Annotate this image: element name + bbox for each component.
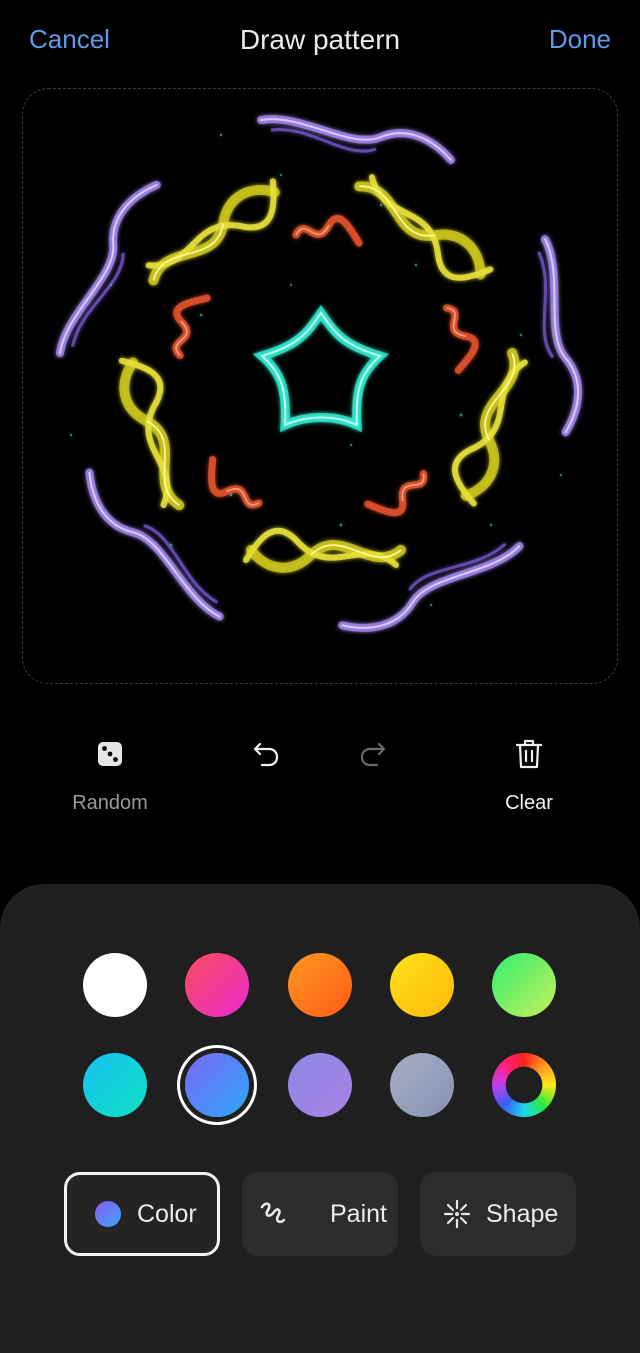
- undo-button[interactable]: [206, 730, 326, 830]
- clear-label: Clear: [505, 792, 553, 814]
- undo-icon: [253, 742, 279, 767]
- bottom-panel: Color Paint Shape: [0, 884, 640, 1353]
- mode-shape-button[interactable]: Shape: [420, 1172, 576, 1256]
- trash-icon: [515, 739, 543, 769]
- random-button[interactable]: Random: [50, 730, 170, 830]
- mode-shape-label: Shape: [486, 1199, 559, 1228]
- redo-button[interactable]: [313, 730, 433, 830]
- color-wheel-swatch[interactable]: [492, 1053, 556, 1117]
- drawing-canvas[interactable]: [22, 88, 618, 684]
- color-swatch-blue-violet[interactable]: [185, 1053, 249, 1117]
- clear-button[interactable]: Clear: [469, 730, 589, 830]
- random-label: Random: [72, 792, 148, 814]
- kaleidoscope-pattern: [23, 89, 618, 684]
- color-swatch-orange[interactable]: [288, 953, 352, 1017]
- color-swatch-cyan[interactable]: [83, 1053, 147, 1117]
- sparkle-shape-icon: [443, 1199, 471, 1229]
- color-dot-icon: [95, 1201, 121, 1227]
- page-title: Draw pattern: [239, 24, 401, 55]
- redo-icon: [360, 742, 386, 767]
- color-swatch-pink-red[interactable]: [185, 953, 249, 1017]
- header-bar: Cancel Draw pattern Done: [0, 0, 640, 86]
- mode-paint-button[interactable]: Paint: [242, 1172, 398, 1256]
- color-swatch-green[interactable]: [492, 953, 556, 1017]
- mode-color-label: Color: [137, 1199, 197, 1228]
- done-button[interactable]: Done: [549, 24, 611, 55]
- color-swatch-lavender[interactable]: [288, 1053, 352, 1117]
- dice-icon: [98, 742, 122, 766]
- tool-row: Random Clear: [0, 730, 640, 830]
- mode-paint-label: Paint: [330, 1199, 387, 1228]
- mode-color-button[interactable]: Color: [64, 1172, 220, 1256]
- color-swatch-gray-blue[interactable]: [390, 1053, 454, 1117]
- brush-stroke-icon: [260, 1202, 286, 1224]
- color-swatch-white[interactable]: [83, 953, 147, 1017]
- color-swatch-yellow[interactable]: [390, 953, 454, 1017]
